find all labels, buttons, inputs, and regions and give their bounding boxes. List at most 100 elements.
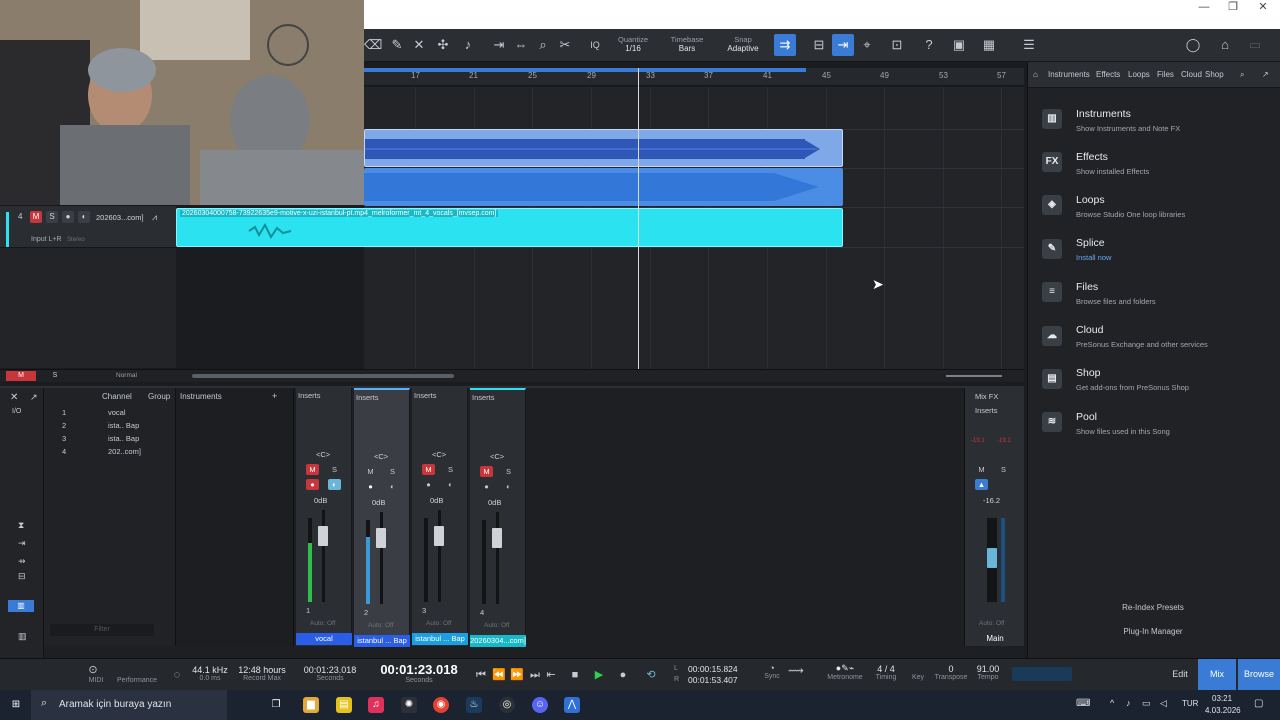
volume-fader[interactable] [376,528,386,548]
taskbar-search[interactable]: ⌕ Aramak için buraya yazın [31,690,227,720]
snap-to-grid-icon[interactable]: ⇉ [774,34,796,56]
mute-button[interactable]: M [364,466,377,477]
automation-mode[interactable]: Auto: Off [310,620,336,627]
autoscroll-icon[interactable]: ⊟ [810,37,828,53]
volume-fader[interactable] [318,526,328,546]
inserts-label[interactable]: Inserts [356,393,379,402]
main-solo-button[interactable]: S [997,464,1010,475]
help-icon[interactable]: ? [920,37,938,53]
audio-clip-vocals[interactable]: 20260304000758-73922635e9-motive-x-uzi-i… [176,208,843,247]
tab-instruments[interactable]: Instruments [1048,70,1090,79]
track-header-4[interactable]: 4 M S ● ◐ 202603...com] ⩘ Input L+R Ster… [0,205,176,248]
fit-icon[interactable]: ⊡ [888,37,906,53]
automation-mode[interactable]: Auto: Off [368,622,394,629]
main-volume-fader[interactable] [987,548,997,568]
record-icon[interactable]: ● [422,479,435,490]
midi-monitor[interactable]: ⊙ MIDI [86,663,106,684]
browser-item-title[interactable]: Instruments [1076,108,1131,120]
loop-start-time[interactable]: 00:00:15.824 [688,664,738,674]
footer-mode[interactable]: Normal [116,372,137,379]
browser-expand-icon[interactable]: ↗ [1262,70,1269,79]
pan-value[interactable]: <C> [432,450,446,459]
iq-button[interactable]: IQ [586,37,604,53]
mixer-tool-icon[interactable]: ⊟ [18,571,26,582]
channel-name[interactable]: istanbul ... Bap [354,635,410,647]
network-icon[interactable]: ▭ [1142,698,1151,709]
channel-name[interactable]: istanbul ... Bap [412,633,468,645]
mute-button[interactable]: M [480,466,493,477]
return-to-zero-icon[interactable]: ⏮ [474,668,488,682]
stop-icon[interactable]: ■ [568,668,582,682]
channel-list-item[interactable]: vocal [108,408,126,417]
record-icon[interactable]: ● [480,481,493,492]
volume-fader[interactable] [434,526,444,546]
metronome-control[interactable]: ●✎⌁ Metronome [820,663,870,681]
mute-button[interactable]: M [306,464,319,475]
lock-icon[interactable]: ▭ [1246,37,1264,53]
add-instrument-icon[interactable]: + [272,391,277,401]
quantize-control[interactable]: Quantize 1/16 [610,35,656,53]
pan-value[interactable]: <C> [374,452,388,461]
chrome-icon[interactable]: ◉ [433,697,449,713]
expand-icon[interactable]: ↗ [30,392,38,403]
go-to-end-icon[interactable]: ⏭ [528,668,542,682]
steam-icon[interactable]: ♨ [466,697,482,713]
home-icon[interactable]: ⌂ [1216,37,1234,53]
timing-control[interactable]: 4 / 4 Timing [872,664,900,681]
volume-icon[interactable]: ◁ [1160,698,1167,709]
automation-mode[interactable]: Auto: Off [484,622,510,629]
solo-button[interactable]: S [328,464,341,475]
main-channel-name[interactable]: Main [965,633,1025,645]
record-icon[interactable]: ● [364,481,377,492]
solo-button[interactable]: S [444,464,457,475]
previous-marker-icon[interactable]: ⇤ [544,668,558,682]
channel-name[interactable]: 20260304...com] [470,635,526,647]
mixer-tool-icon[interactable]: ⧗ [18,520,24,531]
footer-solo-button[interactable]: S [40,371,70,381]
reindex-presets-button[interactable]: Re-Index Presets [1088,600,1218,616]
browser-item-title[interactable]: Loops [1076,194,1105,206]
rewind-icon[interactable]: ⏪ [492,668,506,682]
page-edit-button[interactable]: Edit [1164,659,1196,690]
io-button[interactable]: I/O [12,408,21,415]
play-icon[interactable]: ▶ [592,668,606,682]
close-icon[interactable]: ✕ [10,392,18,403]
notes-app-icon[interactable]: ▤ [336,697,352,713]
plugin-manager-button[interactable]: Plug-In Manager [1088,624,1218,640]
loop-range-bar[interactable] [364,68,806,72]
tab-cloud[interactable]: Cloud [1181,70,1202,79]
record-arm-icon[interactable]: ● [62,211,74,223]
browser-home-icon[interactable]: ⌂ [1033,70,1038,79]
secondary-time[interactable]: 00:01:23.018 Seconds [300,665,360,682]
performance-meter[interactable]: Performance [114,677,160,684]
channel-list-item[interactable]: ista.. Bap [108,434,139,443]
monitor-icon[interactable]: ◐ [444,479,457,490]
close-button[interactable]: ✕ [1248,0,1278,16]
transpose-control[interactable]: 0 Transpose [932,664,970,681]
record-icon[interactable]: ● [616,668,630,682]
task-view-icon[interactable]: ❐ [268,697,284,713]
track-mute-button[interactable]: M [30,211,42,223]
pan-value[interactable]: <C> [316,450,330,459]
split-tool-icon[interactable]: ⇥ [490,37,508,53]
keyboard-icon[interactable]: ⌨ [1076,698,1090,709]
view-options-icon[interactable]: ☰ [1020,37,1038,53]
horizontal-scrollbar[interactable] [192,374,454,378]
browser-item-title[interactable]: Effects [1076,151,1108,163]
sample-rate[interactable]: 44.1 kHz 0.0 ms [190,665,230,682]
solo-button[interactable]: S [502,466,515,477]
bend-tool-icon[interactable]: ✣ [434,37,452,53]
tempo-control[interactable]: 91.00 Tempo [972,664,1004,681]
restore-button[interactable]: ❐ [1218,0,1248,16]
timebase-control[interactable]: Timebase Bars [660,35,714,53]
range-tool-icon[interactable]: ⇔ [512,37,530,53]
main-monitor-icon[interactable]: ▲ [975,479,988,490]
solo-button[interactable]: S [386,466,399,477]
mixer-tool-icon[interactable]: ⇸ [18,556,26,567]
snap-control[interactable]: Snap Adaptive [716,35,770,53]
mixer-view-icon[interactable]: ▥ [8,600,34,612]
music-app-icon[interactable]: ♫ [368,697,384,713]
monitor-icon[interactable]: ◐ [328,479,341,490]
page-mix-button[interactable]: Mix [1198,659,1236,690]
fast-forward-icon[interactable]: ⏩ [510,668,524,682]
